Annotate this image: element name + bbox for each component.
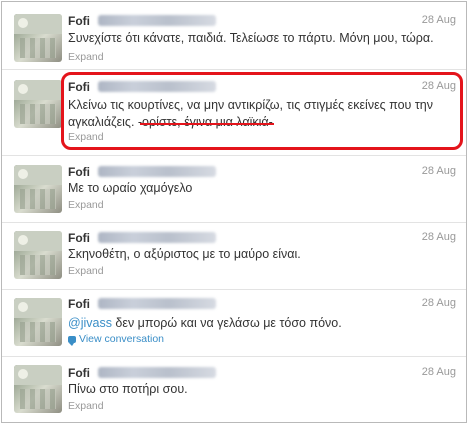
tweet-date[interactable]: 28 Aug [422,231,456,243]
red-highlight-box [61,72,463,150]
tweet[interactable]: Fofi 28 Aug Σκηνοθέτη, ο αξύριστος με το… [2,223,466,290]
tweet-date[interactable]: 28 Aug [422,14,456,26]
blurred-username [98,166,216,177]
avatar[interactable] [14,14,62,62]
mention-link[interactable]: @jivass [68,316,112,330]
speech-bubble-icon [68,335,76,346]
blurred-username [98,298,216,309]
tweet-author-name[interactable]: Fofi [68,297,90,311]
tweet[interactable]: Fofi 28 Aug @jivass δεν μπορώ και να γελ… [2,290,466,357]
tweet-author-name[interactable]: Fofi [68,366,90,380]
avatar[interactable] [14,80,62,128]
tweet-date[interactable]: 28 Aug [422,165,456,177]
expand-link[interactable]: Expand [68,199,104,211]
tweet-text: Σκηνοθέτη, ο αξύριστος με το μαύρο είναι… [68,247,301,261]
avatar[interactable] [14,365,62,413]
red-underline [140,123,274,125]
blurred-username [98,15,216,26]
avatar[interactable] [14,231,62,279]
tweet-author-name[interactable]: Fofi [68,14,90,28]
tweet-text: Με το ωραίο χαμόγελο [68,181,193,195]
tweet[interactable]: Fofi 28 Aug Πίνω στο ποτήρι σου. Expand [2,357,466,421]
view-conversation-link[interactable]: View conversation [68,333,165,346]
tweet[interactable]: Fofi 28 Aug Συνεχίστε ότι κάνατε, παιδιά… [2,2,466,70]
avatar[interactable] [14,165,62,213]
tweet-text: Πίνω στο ποτήρι σου. [68,382,188,396]
avatar[interactable] [14,298,62,346]
tweet-author-name[interactable]: Fofi [68,231,90,245]
tweet-date[interactable]: 28 Aug [422,297,456,309]
tweet-text-part: δεν μπορώ και να γελάσω με τόσο πόνο. [111,316,342,330]
tweet-date[interactable]: 28 Aug [422,366,456,378]
tweet[interactable]: Fofi 28 Aug Με το ωραίο χαμόγελο Expand [2,156,466,223]
expand-link[interactable]: Expand [68,400,104,412]
blurred-username [98,232,216,243]
tweet-author-name[interactable]: Fofi [68,165,90,179]
blurred-username [98,367,216,378]
tweet-text: Συνεχίστε ότι κάνατε, παιδιά. Τελείωσε τ… [68,31,434,45]
view-conversation-label: View conversation [79,333,165,345]
expand-link[interactable]: Expand [68,265,104,277]
tweet-text: @jivass δεν μπορώ και να γελάσω με τόσο … [68,315,453,332]
expand-link[interactable]: Expand [68,51,104,63]
